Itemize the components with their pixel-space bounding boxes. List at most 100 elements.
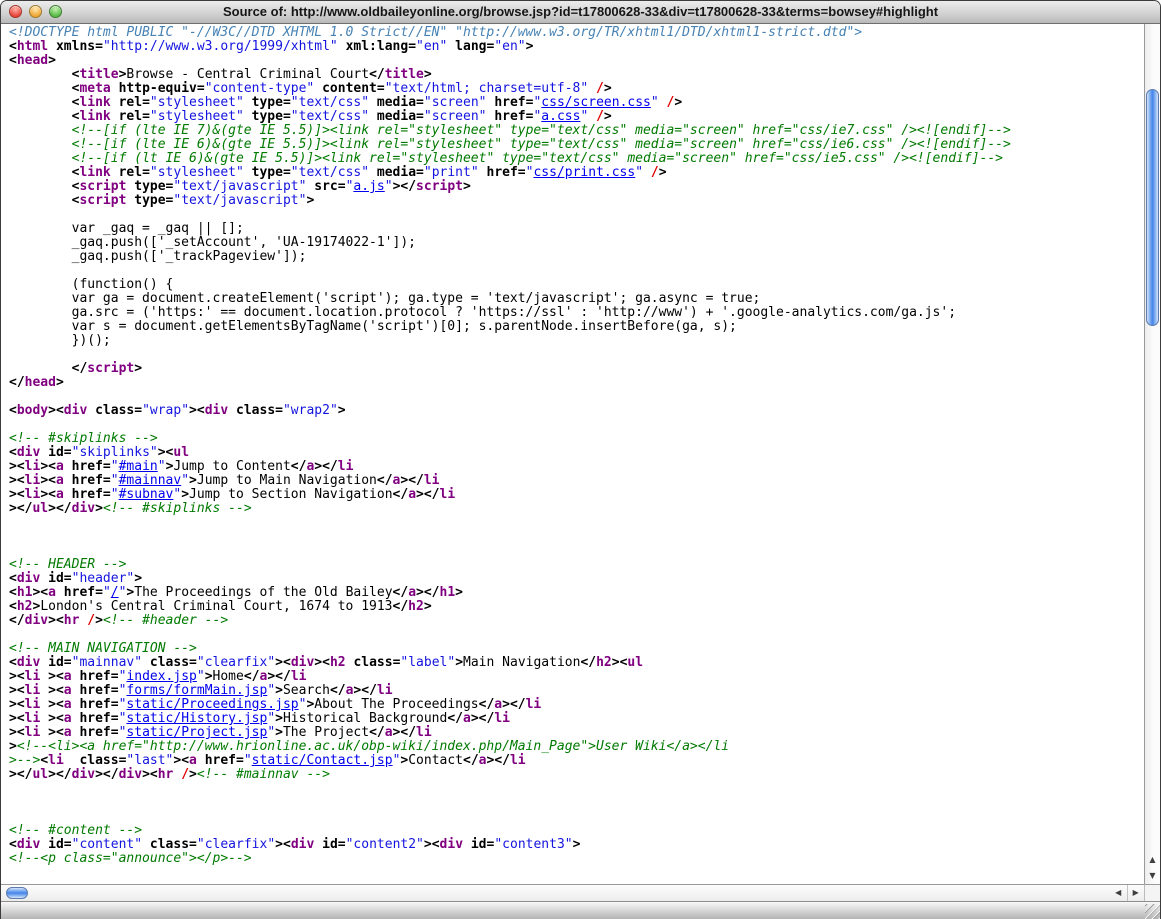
source-token: >< (173, 753, 189, 768)
source-line: <link rel="stylesheet" type="text/css" m… (9, 166, 1144, 180)
source-token: > (604, 81, 612, 96)
source-token: ></ (9, 501, 32, 516)
source-link[interactable]: static/History.jsp (126, 711, 267, 726)
source-link[interactable]: a.js (353, 179, 384, 194)
source-token: id= (471, 837, 494, 852)
source-token: </ (72, 361, 88, 376)
source-line: ><li><a href="#subnav">Jump to Section N… (9, 488, 1144, 502)
resize-grip[interactable] (1145, 904, 1160, 919)
source-link[interactable]: / (111, 585, 119, 600)
horizontal-scrollbar-arrows: ◀ ▶ (1110, 885, 1144, 901)
source-token: > (48, 53, 56, 68)
scroll-down-button[interactable]: ▼ (1145, 868, 1160, 884)
source-token: >< (48, 613, 64, 628)
source-token: / (596, 109, 604, 124)
source-token: li (25, 669, 41, 684)
source-token (111, 81, 119, 96)
source-link[interactable]: a.css (541, 109, 580, 124)
source-link[interactable]: css/print.css (533, 165, 635, 180)
scroll-left-button[interactable]: ◀ (1110, 885, 1127, 901)
source-line: <title>Browse - Central Criminal Court</… (9, 68, 1144, 82)
source-token (40, 683, 48, 698)
source-token: </ (463, 753, 479, 768)
source-token: type= (252, 165, 291, 180)
source-token: li (424, 473, 440, 488)
source-token (111, 165, 119, 180)
source-token: >< (32, 585, 48, 600)
scroll-right-icon: ▶ (1133, 888, 1139, 897)
source-line: </head> (9, 376, 1144, 390)
source-line (9, 348, 1144, 362)
source-token: src= (314, 179, 345, 194)
source-token: class= (353, 655, 400, 670)
source-token (64, 753, 80, 768)
window-titlebar[interactable]: Source of: http://www.oldbaileyonline.or… (1, 1, 1160, 24)
source-link[interactable]: #subnav (119, 487, 174, 502)
source-token: "clearfix" (197, 837, 275, 852)
source-token: li (25, 459, 41, 474)
source-link[interactable]: static/Contact.jsp (252, 753, 393, 768)
source-token: >< (40, 487, 56, 502)
minimize-button[interactable] (29, 5, 42, 18)
source-token: > (275, 683, 283, 698)
scroll-right-button[interactable]: ▶ (1127, 885, 1145, 901)
source-code[interactable]: <!DOCTYPE html PUBLIC "-//W3C//DTD XHTML… (1, 24, 1144, 884)
zoom-button[interactable] (49, 5, 62, 18)
source-token: a (479, 753, 487, 768)
source-token: >< (40, 473, 56, 488)
source-line (9, 418, 1144, 432)
source-token (314, 837, 322, 852)
source-token: ></ (95, 767, 118, 782)
source-token: li (25, 697, 41, 712)
source-token: Main Navigation (463, 655, 580, 670)
vertical-scrollbar[interactable]: ▲ ▼ (1144, 24, 1160, 884)
horizontal-scrollbar-thumb[interactable] (6, 887, 28, 899)
source-token: title (385, 67, 424, 82)
source-token: Jump to Content (173, 459, 290, 474)
scroll-up-button[interactable]: ▲ (1145, 852, 1160, 868)
horizontal-scrollbar[interactable]: ◀ ▶ (1, 884, 1144, 901)
close-button[interactable] (9, 5, 22, 18)
source-token: "screen" (424, 95, 487, 110)
window-controls (9, 5, 62, 18)
source-token (244, 165, 252, 180)
source-token (48, 39, 56, 54)
source-token: script (79, 193, 126, 208)
source-token: class= (79, 753, 126, 768)
vertical-scrollbar-thumb[interactable] (1146, 89, 1159, 326)
source-link[interactable]: #mainnav (119, 473, 182, 488)
source-link[interactable]: forms/formMain.jsp (126, 683, 267, 698)
source-link[interactable]: css/screen.css (541, 95, 651, 110)
source-token: <!-- #header --> (103, 613, 228, 628)
source-token: ></ (314, 459, 337, 474)
source-token: >< (158, 445, 174, 460)
source-token: < (9, 445, 17, 460)
source-token: href= (494, 109, 533, 124)
source-token: < (9, 571, 17, 586)
source-token: var ga = document.createElement('script'… (9, 291, 760, 306)
source-token: Historical Background (283, 711, 447, 726)
source-token (64, 487, 72, 502)
source-token: ></ (416, 487, 439, 502)
source-line: <body><div class="wrap"><div class="wrap… (9, 404, 1144, 418)
source-token: "stylesheet" (150, 165, 244, 180)
source-token: >< (424, 837, 440, 852)
source-token (142, 655, 150, 670)
source-token: >< (142, 767, 158, 782)
source-link[interactable]: static/Project.jsp (126, 725, 267, 740)
source-link[interactable]: #main (119, 459, 158, 474)
source-link[interactable]: static/Proceedings.jsp (126, 697, 298, 712)
source-token: < (9, 837, 17, 852)
source-token (9, 361, 72, 376)
source-token: < (9, 655, 17, 670)
source-token: div (25, 613, 48, 628)
source-line: <!-- MAIN NAVIGATION --> (9, 642, 1144, 656)
source-token: li (526, 697, 542, 712)
source-line: <script type="text/javascript" src="a.js… (9, 180, 1144, 194)
source-token: a (385, 725, 393, 740)
source-link[interactable]: index.jsp (126, 669, 196, 684)
source-token: a (463, 711, 471, 726)
source-token: " (244, 753, 252, 768)
source-line: <!DOCTYPE html PUBLIC "-//W3C//DTD XHTML… (9, 26, 1144, 40)
source-token: html (17, 39, 48, 54)
